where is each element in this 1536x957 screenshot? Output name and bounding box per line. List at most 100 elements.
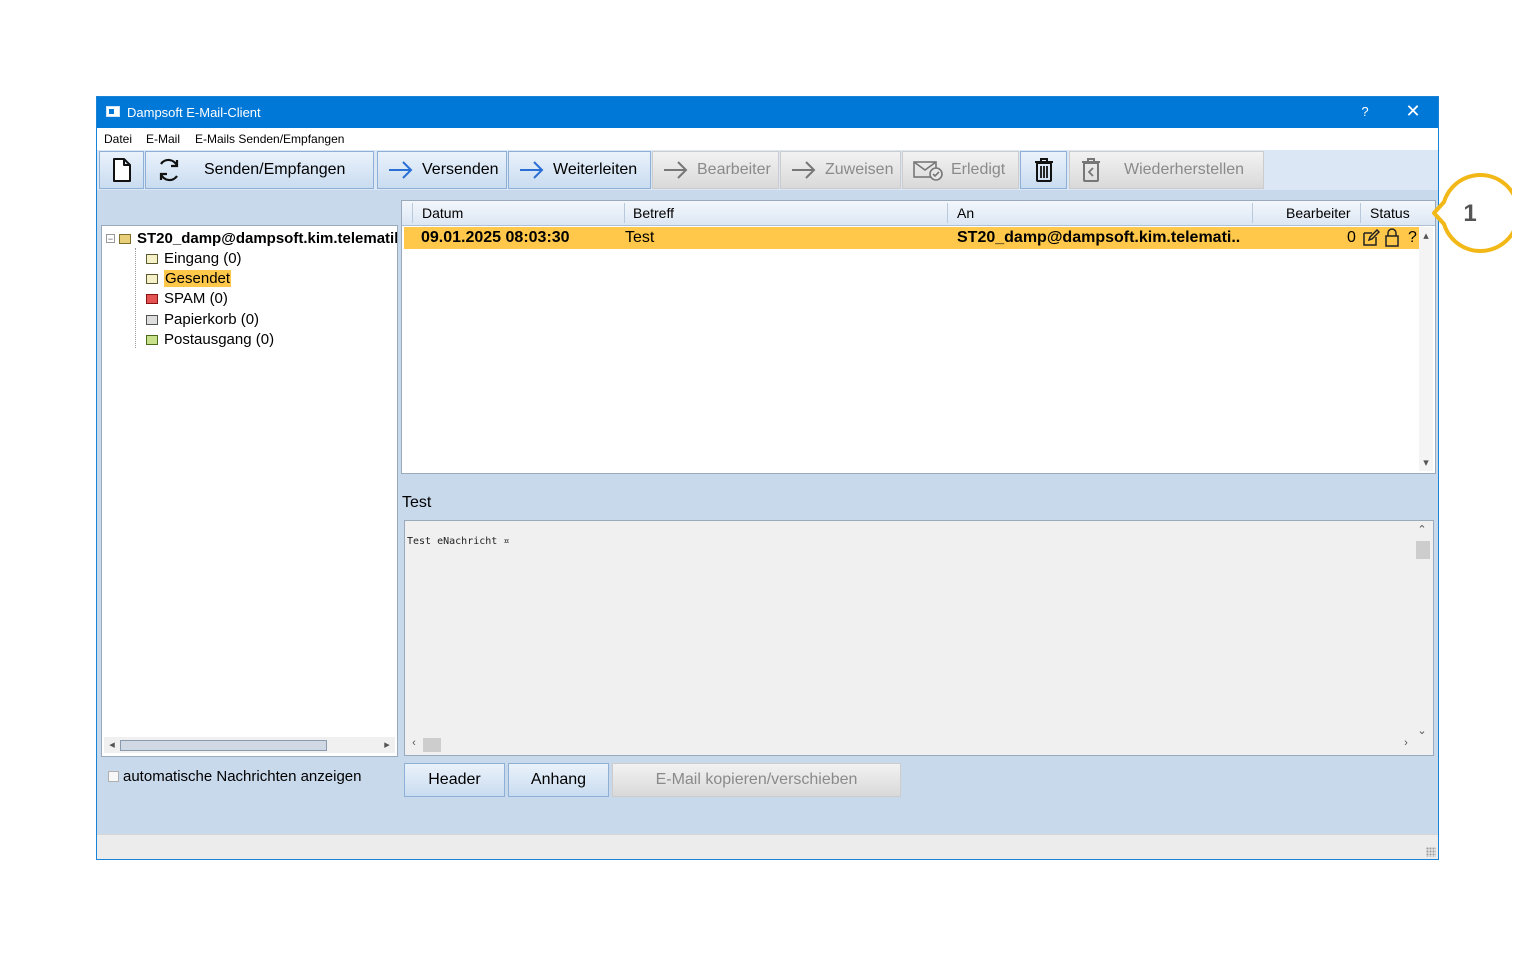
- scroll-down-icon[interactable]: ▾: [1419, 456, 1433, 469]
- inbox-icon: [146, 253, 158, 264]
- preview-vertical-scrollbar[interactable]: ⌃ ⌄: [1413, 523, 1431, 737]
- menu-email[interactable]: E-Mail: [146, 132, 180, 146]
- column-separator: [947, 203, 948, 223]
- forward-button[interactable]: Weiterleiten: [508, 151, 651, 189]
- header-button[interactable]: Header: [404, 763, 505, 797]
- list-header: Datum Betreff An Bearbeiter Status: [402, 201, 1435, 226]
- trash-icon: [1034, 158, 1053, 182]
- column-to[interactable]: An: [957, 205, 974, 221]
- column-separator: [624, 203, 625, 223]
- forward-label: Weiterleiten: [553, 161, 638, 178]
- new-document-icon: [112, 158, 131, 182]
- done-label: Erledigt: [951, 161, 1006, 178]
- list-vertical-scrollbar[interactable]: ▴ ▾: [1419, 227, 1433, 471]
- restore-icon: [1082, 158, 1100, 182]
- arrow-right-icon: [664, 161, 688, 179]
- collapse-icon[interactable]: −: [106, 234, 115, 244]
- scroll-left-icon[interactable]: ‹: [407, 737, 421, 749]
- arrow-right-icon: [389, 161, 413, 179]
- row-subject: Test: [625, 229, 655, 246]
- menu-send-receive[interactable]: E-Mails Senden/Empfangen: [195, 132, 344, 146]
- tree-horizontal-scrollbar[interactable]: ◂ ▸: [104, 737, 395, 753]
- folder-spam-label: SPAM (0): [164, 290, 228, 307]
- help-button[interactable]: ?: [1353, 104, 1377, 119]
- scroll-thumb[interactable]: [423, 738, 441, 752]
- folder-spam[interactable]: SPAM (0): [146, 290, 228, 307]
- column-date[interactable]: Datum: [422, 205, 463, 221]
- column-status[interactable]: Status: [1370, 205, 1410, 221]
- checkbox-icon[interactable]: [108, 771, 119, 782]
- copy-move-button[interactable]: E-Mail kopieren/verschieben: [612, 763, 901, 797]
- new-email-button[interactable]: [99, 151, 144, 189]
- toolbar: Senden/Empfangen Versenden Weiterleiten …: [97, 150, 1438, 190]
- preview-subject: Test: [402, 494, 432, 511]
- row-assignee: 0: [1347, 229, 1356, 246]
- preview-horizontal-scrollbar[interactable]: ‹ ›: [407, 737, 1413, 753]
- window-title: Dampsoft E-Mail-Client: [127, 105, 261, 120]
- trash-folder-icon: [146, 314, 158, 325]
- outbox-icon: [146, 334, 158, 345]
- delete-button[interactable]: [1020, 151, 1067, 189]
- menu-datei[interactable]: Datei: [104, 132, 132, 146]
- scroll-right-icon[interactable]: ▸: [380, 738, 394, 751]
- scroll-up-icon[interactable]: ⌃: [1415, 523, 1429, 536]
- folder-outbox[interactable]: Postausgang (0): [146, 331, 274, 348]
- title-bar: Dampsoft E-Mail-Client ? ✕: [97, 97, 1438, 128]
- send-label: Versenden: [422, 161, 499, 178]
- scroll-right-icon[interactable]: ›: [1399, 737, 1413, 749]
- folder-sent[interactable]: Gesendet: [146, 270, 232, 287]
- column-assignee[interactable]: Bearbeiter: [1286, 205, 1351, 221]
- restore-button[interactable]: Wiederherstellen: [1069, 151, 1264, 189]
- column-subject[interactable]: Betreff: [633, 205, 674, 221]
- resize-grip-icon[interactable]: [1426, 847, 1436, 857]
- scroll-thumb[interactable]: [1416, 541, 1430, 559]
- edit-icon[interactable]: [1362, 229, 1380, 247]
- folder-sent-label: Gesendet: [164, 270, 232, 287]
- attachment-button[interactable]: Anhang: [508, 763, 609, 797]
- assign-button[interactable]: Zuweisen: [780, 151, 901, 189]
- message-preview: Test eNachricht ¤ ⌃ ⌄ ‹ ›: [404, 520, 1434, 756]
- callout-number: 1: [1463, 200, 1476, 227]
- scroll-up-icon[interactable]: ▴: [1419, 229, 1433, 242]
- row-status: ?: [1408, 229, 1417, 246]
- folder-tree: − ST20_damp@dampsoft.kim.telematik Einga…: [101, 225, 398, 757]
- assignee-button[interactable]: Bearbeiter: [652, 151, 779, 189]
- tree-root-account[interactable]: − ST20_damp@dampsoft.kim.telematik: [106, 230, 398, 247]
- scroll-down-icon[interactable]: ⌄: [1415, 724, 1429, 737]
- mail-check-icon: [913, 161, 943, 181]
- scroll-left-icon[interactable]: ◂: [105, 738, 119, 751]
- auto-messages-checkbox[interactable]: automatische Nachrichten anzeigen: [108, 768, 361, 785]
- tree-root-label: ST20_damp@dampsoft.kim.telematik: [137, 230, 398, 247]
- app-icon: [106, 106, 120, 117]
- auto-messages-label: automatische Nachrichten anzeigen: [123, 768, 362, 785]
- folder-inbox[interactable]: Eingang (0): [146, 250, 242, 267]
- close-button[interactable]: ✕: [1399, 101, 1427, 122]
- column-separator: [1252, 203, 1253, 223]
- status-bar: [97, 834, 1438, 859]
- row-to: ST20_damp@dampsoft.kim.telemati..: [957, 229, 1241, 246]
- refresh-icon: [159, 158, 179, 182]
- menu-bar: Datei E-Mail E-Mails Senden/Empfangen: [97, 128, 1438, 150]
- callout-badge: 1: [1432, 173, 1512, 253]
- send-receive-button[interactable]: Senden/Empfangen: [145, 151, 374, 189]
- lock-icon[interactable]: [1384, 228, 1400, 247]
- table-row[interactable]: 09.01.2025 08:03:30 Test ST20_damp@damps…: [404, 227, 1420, 249]
- tree-connector: [135, 248, 137, 348]
- folder-inbox-label: Eingang (0): [164, 250, 242, 267]
- spam-icon: [146, 293, 158, 304]
- arrow-right-icon: [520, 161, 544, 179]
- assign-label: Zuweisen: [825, 161, 894, 178]
- done-button[interactable]: Erledigt: [902, 151, 1019, 189]
- account-icon: [119, 233, 131, 244]
- column-separator: [1360, 203, 1361, 223]
- folder-outbox-label: Postausgang (0): [164, 331, 275, 348]
- email-client-window: Dampsoft E-Mail-Client ? ✕ Datei E-Mail …: [96, 96, 1439, 860]
- preview-body: Test eNachricht ¤: [407, 536, 510, 547]
- folder-trash-label: Papierkorb (0): [164, 311, 260, 328]
- scroll-thumb[interactable]: [120, 740, 327, 751]
- send-button[interactable]: Versenden: [377, 151, 507, 189]
- assignee-label: Bearbeiter: [697, 161, 771, 178]
- arrow-right-icon: [792, 161, 816, 179]
- send-receive-label: Senden/Empfangen: [204, 161, 346, 178]
- folder-trash[interactable]: Papierkorb (0): [146, 311, 259, 328]
